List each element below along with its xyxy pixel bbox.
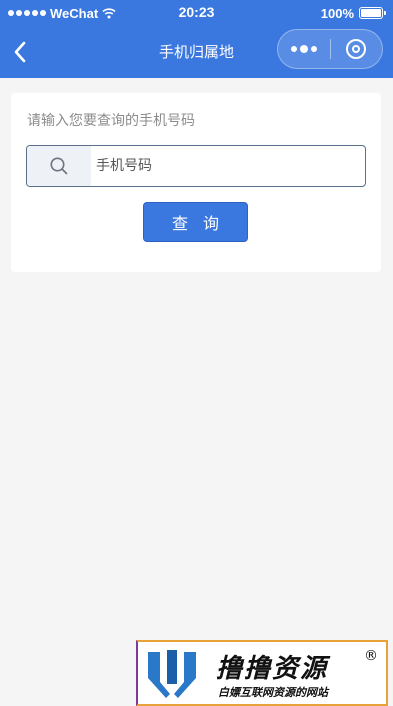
back-button[interactable]	[4, 36, 36, 68]
search-icon-box	[27, 146, 91, 186]
target-ring-icon	[346, 39, 367, 59]
more-dots-icon	[290, 46, 297, 52]
nav-bar: 手机归属地	[0, 26, 393, 78]
watermark: 撸撸资源 ® 白嫖互联网资源的网站	[136, 640, 388, 706]
phone-number-input[interactable]	[91, 146, 365, 186]
watermark-subtitle: 白嫖互联网资源的网站	[218, 686, 328, 699]
more-button[interactable]	[278, 30, 330, 68]
battery-percent: 100%	[320, 5, 354, 21]
phone-search-box	[26, 145, 366, 187]
mini-program-capsule	[277, 29, 383, 69]
query-card: 请输入您要查询的手机号码 查 询	[11, 93, 381, 272]
app-screen: WeChat 20:23 100% 手机归属地 请输入您要查询的手机号码 手机号…	[0, 0, 393, 706]
chevron-left-icon	[14, 41, 26, 63]
battery-icon	[359, 7, 386, 19]
search-icon	[50, 157, 68, 175]
status-bar: WeChat 20:23 100%	[0, 0, 393, 26]
status-right: 100%	[320, 4, 386, 22]
query-prompt: 请输入您要查询的手机号码	[27, 113, 195, 129]
header: WeChat 20:23 100% 手机归属地	[0, 0, 393, 78]
site-logo-icon	[148, 650, 196, 698]
query-button[interactable]: 查 询	[143, 202, 248, 242]
watermark-title: 撸撸资源	[216, 654, 329, 684]
close-button[interactable]	[330, 30, 382, 68]
registered-mark: ®	[364, 648, 378, 664]
